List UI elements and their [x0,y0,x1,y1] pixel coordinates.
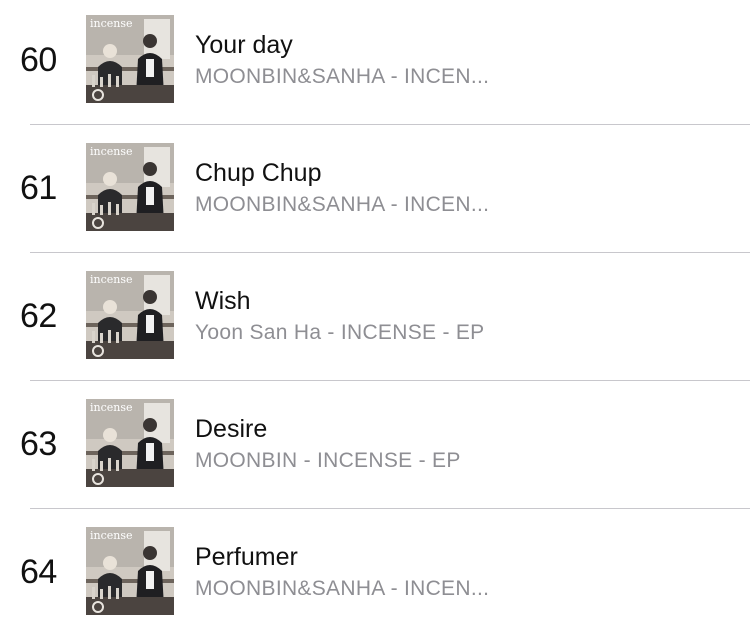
track-subtitle: MOONBIN&SANHA - INCEN... [195,193,490,216]
album-cover-icon: incense [86,527,174,615]
cover-wordmark: incense [90,529,133,542]
track-rank: 64 [20,553,57,591]
album-cover-icon: incense [86,271,174,359]
cover-wordmark: incense [90,17,133,30]
album-cover-icon: incense [86,143,174,231]
track-row[interactable]: 61 incense Chup Chup MOONBIN&SANHA - INC… [0,128,750,256]
cover-wordmark: incense [90,401,133,414]
track-title: Desire [195,415,268,443]
track-row[interactable]: 60 incense Your day MOONBIN&SANHA - INCE… [0,0,750,128]
row-separator [30,124,750,125]
album-cover-icon: incense [86,15,174,103]
track-info: Chup Chup MOONBIN&SANHA - INCEN... [195,158,735,218]
track-info: Perfumer MOONBIN&SANHA - INCEN... [195,542,735,602]
track-rank: 60 [20,41,57,79]
track-subtitle: MOONBIN&SANHA - INCEN... [195,65,490,88]
track-rank: 62 [20,297,57,335]
row-separator [30,252,750,253]
track-subtitle: MOONBIN - INCENSE - EP [195,449,461,472]
track-info: Desire MOONBIN - INCENSE - EP [195,414,735,474]
track-rank: 63 [20,425,57,463]
track-title: Perfumer [195,543,298,571]
album-cover-icon: incense [86,399,174,487]
track-title: Your day [195,31,293,59]
track-row[interactable]: 62 incense Wish Yoon San Ha - INCENSE - … [0,256,750,384]
track-subtitle: MOONBIN&SANHA - INCEN... [195,577,490,600]
track-rank: 61 [20,169,57,207]
track-info: Your day MOONBIN&SANHA - INCEN... [195,30,735,90]
row-separator [30,380,750,381]
track-row[interactable]: 63 incense Desire MOONBIN - INCENSE - EP [0,384,750,512]
track-info: Wish Yoon San Ha - INCENSE - EP [195,286,735,346]
row-separator [30,508,750,509]
track-row[interactable]: 64 incense Perfumer MOONBIN&SANHA - INCE… [0,512,750,640]
track-title: Chup Chup [195,159,322,187]
track-title: Wish [195,287,251,315]
track-subtitle: Yoon San Ha - INCENSE - EP [195,321,485,344]
track-list: 60 incense Your day MOONBIN&SANHA - INCE… [0,0,750,629]
cover-wordmark: incense [90,145,133,158]
cover-wordmark: incense [90,273,133,286]
